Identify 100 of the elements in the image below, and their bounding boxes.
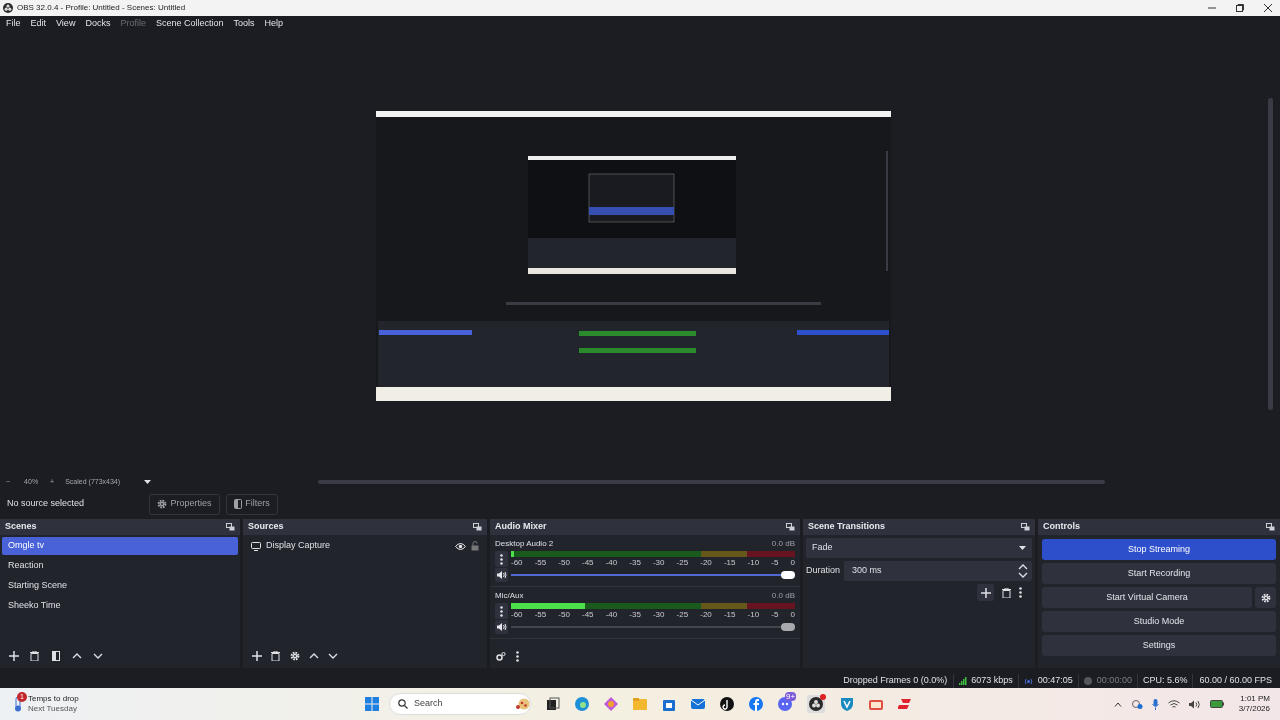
trash-icon[interactable] (271, 651, 280, 661)
undock-icon[interactable] (786, 523, 795, 531)
clock-time[interactable]: 1:01 PM (1240, 694, 1270, 704)
clock-date[interactable]: 3/7/2026 (1238, 704, 1270, 714)
dock-title: Audio Mixer (495, 520, 547, 534)
microphone-icon[interactable] (1151, 698, 1159, 710)
weather-title[interactable]: Temps to drop (28, 694, 79, 704)
menu-item[interactable]: Scene Collection (150, 17, 229, 31)
tv-app-icon[interactable] (869, 697, 883, 711)
duration-field[interactable]: 300 ms (844, 561, 1032, 581)
trash-icon[interactable] (30, 651, 39, 661)
dock-title: Scene Transitions (808, 520, 886, 534)
undock-icon[interactable] (226, 523, 235, 531)
scene-item[interactable]: Starting Scene (2, 577, 238, 595)
meter-scale-label: -10 (747, 558, 760, 567)
slider-thumb[interactable] (781, 571, 795, 579)
dock-title: Scenes (5, 520, 37, 534)
source-name[interactable]: Display Capture (266, 539, 450, 553)
cloud-icon[interactable] (1130, 699, 1143, 709)
menu-item[interactable]: Tools (228, 17, 260, 31)
chevron-down-icon[interactable] (92, 653, 103, 659)
menu-item[interactable]: View (51, 17, 81, 31)
minimize-icon[interactable] (1208, 4, 1216, 12)
search-field[interactable]: Search (389, 693, 531, 715)
volume-icon[interactable] (1188, 699, 1201, 709)
meter-scale-label: -50 (558, 558, 570, 567)
add-icon[interactable] (251, 651, 262, 661)
control-button[interactable]: Settings (1042, 635, 1276, 656)
more-icon[interactable] (516, 650, 519, 662)
volume-slider[interactable] (511, 571, 795, 579)
menu-item[interactable]: Help (259, 17, 288, 31)
more-icon[interactable] (500, 553, 503, 565)
advanced-settings-icon[interactable] (496, 651, 506, 661)
mail-icon[interactable] (691, 697, 705, 711)
speaker-icon[interactable] (496, 571, 507, 579)
meter-scale-label: -40 (605, 610, 618, 619)
control-button[interactable]: Stop Streaming (1042, 539, 1276, 560)
scene-item[interactable]: Reaction (2, 557, 238, 575)
scrollbar[interactable] (318, 480, 1106, 484)
settings-icon[interactable] (157, 499, 168, 509)
recording-icon (1083, 677, 1092, 685)
scene-item[interactable]: Sheeko Time (2, 597, 238, 615)
properties-button[interactable]: Properties (149, 493, 220, 515)
virtual-camera-settings-button[interactable] (1255, 587, 1276, 608)
fps-text: 60.00 / 60.00 FPS (1198, 674, 1272, 688)
undock-icon[interactable] (473, 523, 482, 531)
notification-badge: 9+ (785, 692, 797, 701)
app-logo-icon (3, 3, 13, 13)
music-app-icon[interactable] (720, 697, 734, 711)
signal-strength-icon (959, 677, 968, 685)
dock-title: Controls (1043, 520, 1080, 534)
start-icon[interactable] (365, 697, 379, 711)
dropped-frames-text: Dropped Frames 0 (0.0%) (843, 674, 949, 688)
meter-scale-label: -30 (652, 610, 665, 619)
add-icon[interactable] (8, 651, 19, 661)
chevron-up-icon[interactable] (1113, 701, 1122, 707)
social-app-icon[interactable] (749, 697, 763, 711)
control-button[interactable]: Studio Mode (1042, 611, 1276, 632)
trash-icon[interactable] (1002, 587, 1011, 598)
filters-button[interactable]: Filters (226, 493, 278, 515)
speaker-icon[interactable] (496, 623, 507, 631)
browser-icon[interactable] (575, 697, 589, 711)
meter-scale-label: -45 (581, 610, 594, 619)
transition-dropdown[interactable]: Fade (806, 538, 1032, 558)
eye-icon[interactable] (455, 542, 466, 550)
scene-item[interactable]: Omgle tv (2, 537, 238, 555)
shield-icon[interactable] (840, 697, 854, 711)
channel-db-reading: 0.0 dB (771, 538, 795, 550)
chevron-down-icon[interactable] (1018, 572, 1028, 578)
battery-icon[interactable] (1209, 700, 1224, 708)
more-icon[interactable] (1019, 587, 1022, 598)
unlocked-icon[interactable] (471, 541, 479, 551)
volume-slider[interactable] (511, 623, 795, 631)
meter-scale-label: -20 (700, 558, 712, 567)
meter-scale-label: -25 (676, 558, 689, 567)
menu-item[interactable]: File (1, 17, 26, 31)
wifi-icon[interactable] (1167, 699, 1180, 709)
chevron-down-icon[interactable] (327, 653, 338, 659)
sparkle-app-icon[interactable] (604, 697, 618, 711)
store-icon[interactable] (662, 697, 676, 711)
channel-db-reading: 0.0 dB (771, 590, 795, 602)
recorder-app-icon[interactable] (809, 697, 823, 711)
meter-scale-label: -60 (511, 558, 523, 567)
more-icon[interactable] (500, 605, 503, 617)
task-view-icon[interactable] (546, 697, 560, 711)
menu-item[interactable]: Edit (25, 17, 52, 31)
slider-thumb[interactable] (781, 623, 795, 631)
meter-scale-label: -10 (747, 610, 760, 619)
menu-item[interactable]: Docks (80, 17, 116, 31)
scrollbar[interactable] (1268, 98, 1273, 410)
undock-icon[interactable] (1021, 523, 1030, 531)
chat-app-icon[interactable] (778, 697, 792, 711)
meter-scale-label: -55 (534, 610, 547, 619)
control-button[interactable]: Start Recording (1042, 563, 1276, 584)
add-icon[interactable] (980, 587, 991, 598)
filter-icon[interactable] (51, 651, 60, 661)
undock-icon[interactable] (1266, 523, 1275, 531)
maximize-icon[interactable] (1236, 4, 1244, 12)
control-button[interactable]: Start Virtual Camera (1042, 587, 1252, 608)
close-icon[interactable] (1264, 4, 1272, 12)
